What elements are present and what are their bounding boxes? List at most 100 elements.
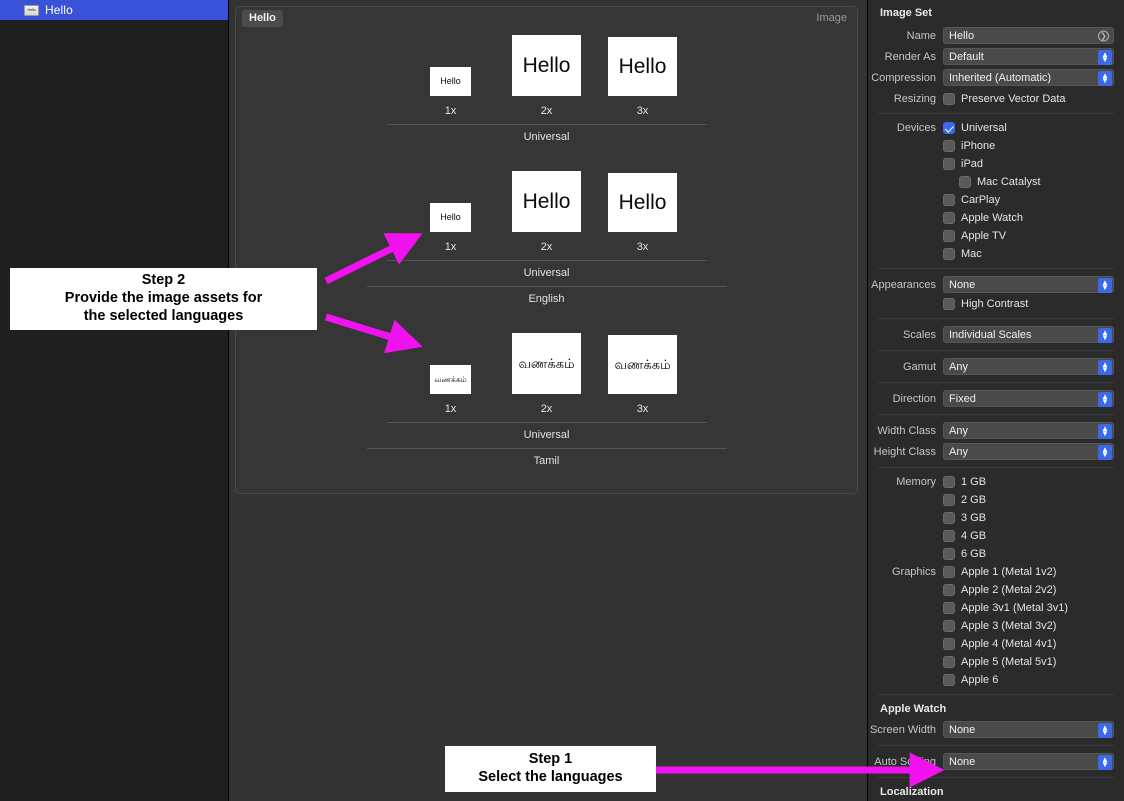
- chevron-updown-icon[interactable]: ▲ ▼: [1098, 392, 1112, 407]
- memory-6gb-checkbox[interactable]: [943, 548, 955, 560]
- graphics-apple6-label: Apple 6: [961, 674, 999, 686]
- asset-thumbnail-3x[interactable]: வணக்கம்: [608, 335, 677, 394]
- scale-label-3x: 3x: [636, 105, 649, 117]
- device-iphone-checkbox[interactable]: [943, 140, 955, 152]
- graphics-apple2-label: Apple 2 (Metal 2v2): [961, 584, 1057, 596]
- section-divider: [878, 268, 1114, 269]
- device-carplay-checkbox[interactable]: [943, 194, 955, 206]
- height-class-popup[interactable]: Any ▲ ▼: [943, 443, 1114, 460]
- asset-thumbnail-text: Hello: [440, 76, 461, 86]
- memory-2gb-checkbox[interactable]: [943, 494, 955, 506]
- memory-2gb-label: 2 GB: [961, 494, 987, 506]
- graphics-apple2-checkbox[interactable]: [943, 584, 955, 596]
- asset-thumbnail-text: வணக்கம்: [614, 357, 671, 372]
- asset-thumbnail-1x[interactable]: Hello: [430, 67, 471, 96]
- gamut-label: Gamut: [902, 360, 936, 373]
- device-mac-checkbox[interactable]: [943, 248, 955, 260]
- render-as-popup[interactable]: Default ▲ ▼: [943, 48, 1114, 65]
- sidebar-item-hello[interactable]: Hello Hello: [0, 0, 228, 20]
- device-ipad-checkbox[interactable]: [943, 158, 955, 170]
- reveal-in-finder-icon[interactable]: ❯: [1098, 30, 1109, 41]
- auto-scaling-row: Auto Scaling None ▲ ▼: [868, 751, 1124, 772]
- devices-row-universal: Devices Universal: [868, 119, 1124, 137]
- device-universal-checkbox[interactable]: [943, 122, 955, 134]
- asset-slot-2x[interactable]: வணக்கம்: [499, 333, 595, 394]
- graphics-apple6-checkbox[interactable]: [943, 674, 955, 686]
- chevron-updown-icon[interactable]: ▲ ▼: [1098, 71, 1112, 86]
- gamut-popup[interactable]: Any ▲ ▼: [943, 358, 1114, 375]
- devices-row-ipad: iPad: [868, 155, 1124, 173]
- device-mac-label: Mac: [961, 248, 982, 260]
- auto-scaling-popup[interactable]: None ▲ ▼: [943, 753, 1114, 770]
- width-class-row: Width Class Any ▲ ▼: [868, 420, 1124, 441]
- chevron-updown-icon[interactable]: ▲ ▼: [1098, 360, 1112, 375]
- asset-thumbnail-3x[interactable]: Hello: [608, 173, 677, 232]
- chevron-updown-icon[interactable]: ▲ ▼: [1098, 723, 1112, 738]
- graphics-apple5-checkbox[interactable]: [943, 656, 955, 668]
- devices-label: Devices: [896, 122, 936, 134]
- device-apple-watch-checkbox[interactable]: [943, 212, 955, 224]
- compression-row: Compression Inherited (Automatic) ▲ ▼: [868, 67, 1124, 88]
- graphics-apple3v1-checkbox[interactable]: [943, 602, 955, 614]
- compression-value: Inherited (Automatic): [949, 71, 1052, 84]
- high-contrast-checkbox[interactable]: [943, 298, 955, 310]
- asset-thumbnail-1x[interactable]: Hello: [430, 203, 471, 232]
- asset-slot-3x[interactable]: வணக்கம்: [595, 335, 691, 394]
- asset-slot-1x[interactable]: Hello: [403, 203, 499, 232]
- appearances-popup[interactable]: None ▲ ▼: [943, 276, 1114, 293]
- asset-slot-1x[interactable]: Hello: [403, 67, 499, 96]
- asset-thumbnail-3x[interactable]: Hello: [608, 37, 677, 96]
- asset-thumbnail-text: Hello: [440, 212, 461, 222]
- memory-1gb-checkbox[interactable]: [943, 476, 955, 488]
- graphics-apple3-checkbox[interactable]: [943, 620, 955, 632]
- width-class-popup[interactable]: Any ▲ ▼: [943, 422, 1114, 439]
- device-mac-catalyst-checkbox[interactable]: [959, 176, 971, 188]
- scale-label-row: 1x 2x 3x: [236, 403, 857, 415]
- name-label: Name: [906, 29, 936, 42]
- graphics-row-apple3: Apple 3 (Metal 3v2): [868, 617, 1124, 635]
- compression-popup[interactable]: Inherited (Automatic) ▲ ▼: [943, 69, 1114, 86]
- device-iphone-label: iPhone: [961, 140, 996, 152]
- memory-row-1gb: Memory 1 GB: [868, 473, 1124, 491]
- scales-popup[interactable]: Individual Scales ▲ ▼: [943, 326, 1114, 343]
- memory-row-4gb: 4 GB: [868, 527, 1124, 545]
- scale-label-2x: 2x: [540, 105, 553, 117]
- chevron-updown-icon[interactable]: ▲ ▼: [1098, 755, 1112, 770]
- chevron-updown-icon[interactable]: ▲ ▼: [1098, 424, 1112, 439]
- apple-watch-section-title: Apple Watch: [880, 703, 947, 715]
- section-divider: [878, 113, 1114, 114]
- section-divider: [878, 777, 1114, 778]
- group-divider: [386, 260, 707, 261]
- direction-popup[interactable]: Fixed ▲ ▼: [943, 390, 1114, 407]
- graphics-apple4-checkbox[interactable]: [943, 638, 955, 650]
- graphics-row-apple1: Graphics Apple 1 (Metal 1v2): [868, 563, 1124, 581]
- memory-3gb-checkbox[interactable]: [943, 512, 955, 524]
- asset-thumbnail-2x[interactable]: Hello: [512, 171, 581, 232]
- asset-slot-3x[interactable]: Hello: [595, 37, 691, 96]
- preserve-vector-data-checkbox[interactable]: [943, 93, 955, 105]
- section-divider: [878, 694, 1114, 695]
- memory-4gb-checkbox[interactable]: [943, 530, 955, 542]
- name-field[interactable]: Hello ❯: [943, 27, 1114, 44]
- chevron-updown-icon[interactable]: ▲ ▼: [1098, 50, 1112, 65]
- language-caption: Tamil: [533, 455, 560, 467]
- asset-slot-2x[interactable]: Hello: [499, 171, 595, 232]
- device-apple-tv-checkbox[interactable]: [943, 230, 955, 242]
- chevron-updown-icon[interactable]: ▲ ▼: [1098, 445, 1112, 460]
- asset-slot-2x[interactable]: Hello: [499, 35, 595, 96]
- memory-row-3gb: 3 GB: [868, 509, 1124, 527]
- canvas-header: Hello Image: [236, 7, 857, 29]
- chevron-updown-icon[interactable]: ▲ ▼: [1098, 278, 1112, 293]
- asset-thumbnail-1x[interactable]: வணக்கம்: [430, 365, 471, 394]
- graphics-apple3v1-label: Apple 3v1 (Metal 3v1): [961, 602, 1068, 614]
- asset-slot-3x[interactable]: Hello: [595, 173, 691, 232]
- chevron-updown-icon[interactable]: ▲ ▼: [1098, 328, 1112, 343]
- screen-width-popup[interactable]: None ▲ ▼: [943, 721, 1114, 738]
- memory-row-2gb: 2 GB: [868, 491, 1124, 509]
- screen-width-label: Screen Width: [869, 723, 936, 736]
- graphics-apple1-checkbox[interactable]: [943, 566, 955, 578]
- asset-slot-1x[interactable]: வணக்கம்: [403, 365, 499, 394]
- asset-thumbnail-2x[interactable]: Hello: [512, 35, 581, 96]
- scale-label-2x: 2x: [540, 403, 553, 415]
- asset-thumbnail-2x[interactable]: வணக்கம்: [512, 333, 581, 394]
